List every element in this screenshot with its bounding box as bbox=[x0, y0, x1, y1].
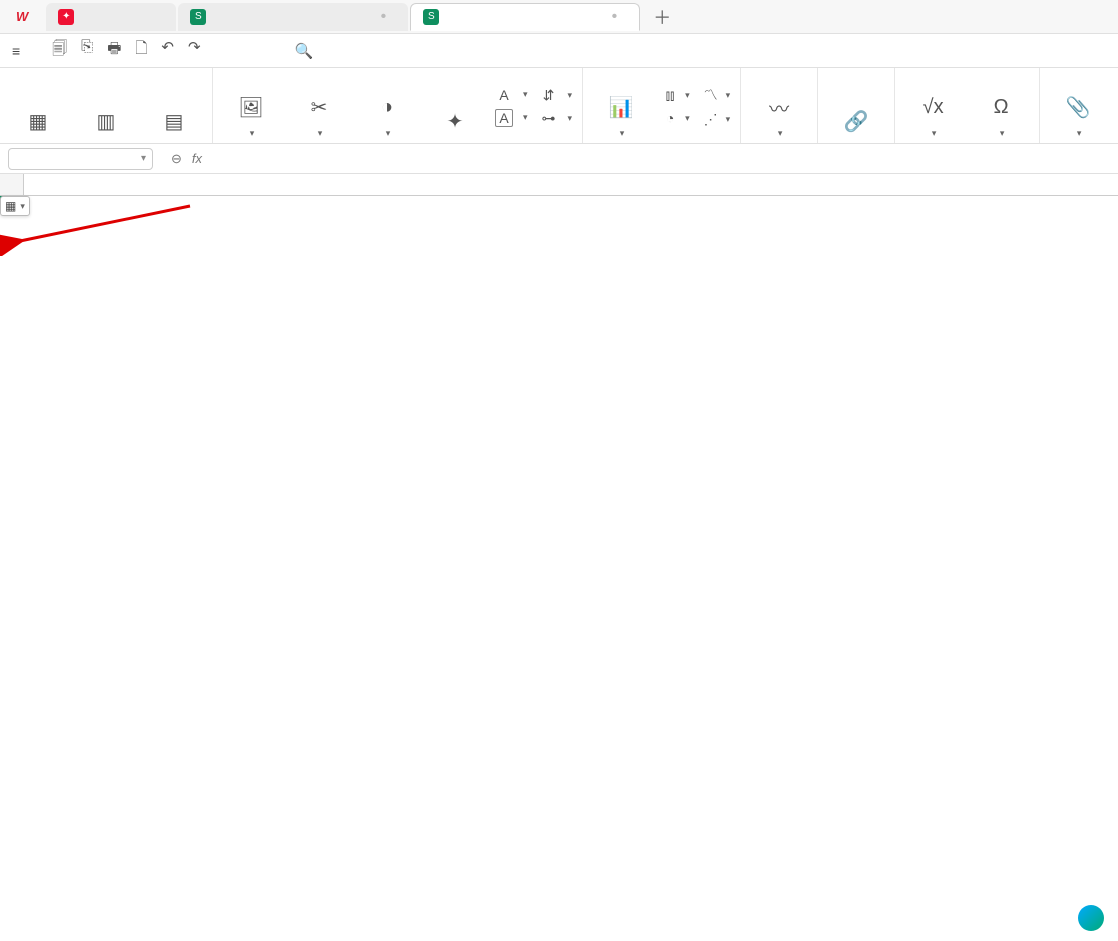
sparkline-button[interactable]: 〰▾ bbox=[751, 93, 807, 139]
textbox-icon: A bbox=[495, 109, 513, 127]
menu-bar: ≡ 🗐 ⎘ 🖶 🗋 ↶ ↷ 🔍 bbox=[0, 34, 1118, 68]
formula-button[interactable]: √x▾ bbox=[905, 93, 961, 139]
cancel-formula-icon[interactable]: ⊖ bbox=[171, 151, 182, 167]
paste-options-icon: ▦ bbox=[5, 199, 16, 213]
wps-logo-icon: W bbox=[16, 9, 28, 24]
sheet-icon: S bbox=[190, 9, 206, 25]
quick-access-toolbar: 🗐 ⎘ 🖶 🗋 ↶ ↷ bbox=[42, 38, 210, 63]
watermark bbox=[1078, 905, 1108, 931]
screenshot-icon: ✂ bbox=[311, 93, 328, 121]
tab-templates[interactable]: ✦ bbox=[46, 3, 176, 31]
attach-button[interactable]: 📎▾ bbox=[1050, 93, 1106, 139]
redo-icon[interactable]: ↷ bbox=[188, 38, 201, 63]
textbox-button[interactable]: A▾ bbox=[495, 109, 528, 127]
spreadsheet-grid[interactable]: ▦▾ bbox=[0, 174, 1118, 196]
chevron-down-icon: ▾ bbox=[141, 153, 146, 164]
ribbon-insert: ▦ ▥ ▤ 🖼▾ ✂▾ ◑▾ ✦ A▾ A▾ ⇵▾ ⊶▾ 📊▾ ⫾⫾▾ ◔▾ 〽… bbox=[0, 68, 1118, 144]
mindmap-button[interactable]: ⊶▾ bbox=[540, 110, 573, 127]
app-title-tab: W bbox=[4, 3, 44, 31]
save-icon[interactable]: 🗐 bbox=[52, 38, 67, 63]
fx-icon[interactable]: fx bbox=[192, 151, 202, 166]
undo-icon[interactable]: ↶ bbox=[161, 38, 174, 63]
symbol-button[interactable]: Ω▾ bbox=[973, 93, 1029, 139]
print-preview-icon[interactable]: 🗋 bbox=[135, 38, 147, 63]
pivot-table-button[interactable]: ▦ bbox=[10, 107, 66, 139]
watermark-logo-icon bbox=[1078, 905, 1104, 931]
hyperlink-button[interactable]: 🔗 bbox=[828, 107, 884, 139]
picture-icon: 🖼 bbox=[238, 93, 263, 121]
export-icon[interactable]: ⎘ bbox=[81, 38, 93, 63]
chart-icon: 📊 bbox=[609, 93, 634, 121]
paste-options-button[interactable]: ▦▾ bbox=[0, 196, 30, 216]
icons-button[interactable]: ✦ bbox=[427, 107, 483, 139]
wordart-button[interactable]: A▾ bbox=[495, 87, 528, 103]
name-box[interactable]: ▾ bbox=[8, 148, 153, 170]
line-chart-button[interactable]: 〽▾ bbox=[702, 85, 731, 105]
pivot-chart-button[interactable]: ▥ bbox=[78, 107, 134, 139]
column-headers bbox=[0, 174, 1118, 196]
line-chart-icon: 〽 bbox=[702, 85, 720, 105]
print-icon[interactable]: 🖶 bbox=[107, 38, 121, 63]
new-tab-button[interactable]: ＋ bbox=[648, 4, 676, 30]
all-charts-button[interactable]: 📊▾ bbox=[593, 93, 649, 139]
formula-bar: ▾ ⊖ fx bbox=[0, 144, 1118, 174]
tab-modified-dot-icon: • bbox=[381, 8, 387, 26]
pivot-table-icon: ▦ bbox=[29, 107, 48, 135]
search-icon[interactable]: 🔍 bbox=[295, 42, 314, 60]
pie-chart-button[interactable]: ◔▾ bbox=[661, 110, 690, 126]
pie-chart-icon: ◔ bbox=[661, 110, 679, 126]
tab-workbook1[interactable]: S • bbox=[178, 3, 408, 31]
sheet-icon: S bbox=[423, 9, 439, 25]
select-all-corner[interactable] bbox=[0, 174, 24, 195]
wordart-icon: A bbox=[495, 87, 513, 103]
link-icon: 🔗 bbox=[844, 107, 869, 135]
shapes-button[interactable]: ◑▾ bbox=[359, 93, 415, 139]
annotation-arrow bbox=[0, 196, 200, 256]
tab-product[interactable]: S • bbox=[410, 3, 640, 31]
bar-chart-icon: ⫾⫾ bbox=[661, 87, 679, 104]
bar-chart-button[interactable]: ⫾⫾▾ bbox=[661, 87, 690, 104]
screenshot-button[interactable]: ✂▾ bbox=[291, 93, 347, 139]
template-icon: ✦ bbox=[58, 9, 74, 25]
formula-icon: √x bbox=[923, 93, 944, 121]
flowchart-button[interactable]: ⇵▾ bbox=[540, 87, 573, 104]
pivot-chart-icon: ▥ bbox=[97, 107, 116, 135]
document-tabs-bar: W ✦ S • S • ＋ bbox=[0, 0, 1118, 34]
flowchart-icon: ⇵ bbox=[540, 87, 558, 104]
shapes-icon: ◑ bbox=[381, 93, 393, 121]
mindmap-icon: ⊶ bbox=[540, 110, 558, 127]
tab-modified-dot-icon: • bbox=[612, 8, 618, 26]
sparkline-icon: 〰 bbox=[769, 93, 789, 121]
scatter-chart-icon: ⋰ bbox=[702, 111, 720, 128]
symbol-icon: Ω bbox=[994, 93, 1009, 121]
scatter-chart-button[interactable]: ⋰▾ bbox=[702, 111, 731, 128]
paperclip-icon: 📎 bbox=[1066, 93, 1091, 121]
table-button[interactable]: ▤ bbox=[146, 107, 202, 139]
hamburger-icon[interactable]: ≡ bbox=[6, 43, 26, 59]
icons-icon: ✦ bbox=[447, 107, 464, 135]
table-icon: ▤ bbox=[165, 107, 184, 135]
picture-button[interactable]: 🖼▾ bbox=[223, 93, 279, 139]
